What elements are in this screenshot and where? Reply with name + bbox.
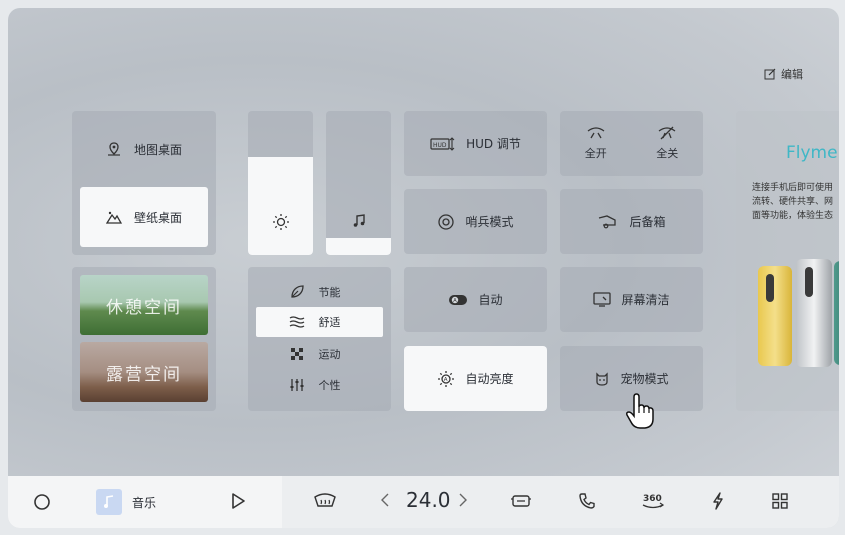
defrost-button[interactable]: [313, 492, 337, 510]
volume-fill: [326, 237, 391, 255]
map-desktop-button[interactable]: 地图桌面: [80, 119, 208, 179]
mode-sport-label: 运动: [318, 348, 341, 361]
flyme-desc-line: 连接手机后即可使用: [752, 183, 834, 193]
home-button[interactable]: [33, 493, 51, 511]
hand-cursor-icon: [626, 392, 654, 434]
mode-custom-label: 个性: [318, 379, 341, 392]
flyme-desc-line: 面等功能，体验生态: [752, 211, 834, 221]
energy-button[interactable]: [711, 492, 725, 510]
flyme-brand: Flyme: [786, 143, 838, 163]
screen-clean-tile[interactable]: 屏幕清洁: [560, 267, 703, 332]
seat-climate-button[interactable]: [510, 493, 532, 509]
auto-toggle-icon: A: [448, 293, 468, 307]
auto-brightness-icon: A: [437, 370, 455, 388]
auto-brightness-label: 自动亮度: [465, 372, 514, 386]
hud-adjust-label: HUD 调节: [466, 137, 521, 151]
play-button[interactable]: [230, 492, 246, 510]
temp-increase-button[interactable]: [458, 492, 468, 508]
mode-comfort-label: 舒适: [318, 316, 341, 329]
mode-comfort[interactable]: 舒适: [256, 307, 383, 337]
map-pin-icon: [106, 141, 122, 157]
brightness-fill: [248, 157, 313, 255]
sentry-mode-label: 哨兵模式: [465, 215, 514, 229]
phone-button[interactable]: [578, 492, 596, 510]
trunk-tile[interactable]: 后备箱: [560, 189, 703, 254]
wallpaper-desktop-button[interactable]: 壁纸桌面: [80, 187, 208, 247]
camp-space-card[interactable]: 露营空间: [80, 342, 208, 402]
drive-mode-panel: 节能 舒适 运动 个性: [248, 267, 391, 411]
svg-text:A: A: [444, 377, 448, 383]
auto-tile[interactable]: A 自动: [404, 267, 547, 332]
sentry-eye-icon: [437, 213, 455, 231]
bottom-dock: 音乐 24.0 360: [8, 476, 839, 528]
mountain-icon: [105, 209, 122, 225]
mirror-close-label: 全关: [656, 147, 679, 160]
flyme-description: 连接手机后即可使用 流转、硬件共享、网 面等功能，体验生态: [752, 181, 839, 223]
screen-clean-icon: [593, 291, 612, 308]
brightness-slider[interactable]: [248, 111, 313, 255]
mirror-close-icon: [657, 126, 677, 140]
checker-icon: [289, 346, 305, 362]
auto-brightness-tile[interactable]: A 自动亮度: [404, 346, 547, 411]
music-app-icon: [96, 489, 122, 515]
pet-mode-label: 宠物模式: [620, 372, 669, 386]
map-desktop-label: 地图桌面: [133, 142, 182, 157]
temperature-value: 24.0: [406, 488, 451, 512]
mode-eco[interactable]: 节能: [256, 277, 383, 307]
mode-sport[interactable]: 运动: [256, 339, 383, 369]
svg-text:HUD: HUD: [433, 142, 447, 149]
svg-text:A: A: [454, 297, 458, 303]
sliders-icon: [289, 377, 305, 393]
edit-label: 编辑: [781, 68, 803, 81]
hud-adjust-tile[interactable]: HUD HUD 调节: [404, 111, 547, 176]
rest-space-label: 休憩空间: [106, 297, 182, 318]
edit-icon: [764, 68, 776, 80]
rest-space-card[interactable]: 休憩空间: [80, 275, 208, 335]
waves-icon: [289, 314, 305, 330]
mode-eco-label: 节能: [318, 286, 341, 299]
volume-slider[interactable]: [326, 111, 391, 255]
flyme-desc-line: 流转、硬件共享、网: [752, 197, 834, 207]
svg-text:360: 360: [643, 494, 662, 504]
mirror-close-button[interactable]: 全关: [656, 126, 678, 161]
flyme-card[interactable]: Flyme 连接手机后即可使用 流转、硬件共享、网 面等功能，体验生态: [736, 111, 839, 411]
sentry-mode-tile[interactable]: 哨兵模式: [404, 189, 547, 254]
screen-clean-label: 屏幕清洁: [621, 293, 670, 307]
sun-icon: [272, 213, 290, 235]
edit-button[interactable]: 编辑: [764, 66, 803, 82]
wallpaper-desktop-label: 壁纸桌面: [133, 210, 182, 225]
mirror-open-label: 全开: [584, 147, 607, 160]
temp-decrease-button[interactable]: [380, 492, 390, 508]
auto-label: 自动: [478, 293, 503, 307]
mirror-open-button[interactable]: 全开: [585, 126, 607, 161]
trunk-label: 后备箱: [629, 215, 666, 229]
desktop-switcher: 地图桌面 壁纸桌面: [72, 111, 216, 255]
music-note-icon: [351, 213, 367, 233]
app-grid-button[interactable]: [772, 493, 788, 509]
view-360-button[interactable]: 360: [640, 490, 666, 512]
mirror-tile: 全开 全关: [560, 111, 703, 176]
trunk-icon: [597, 214, 619, 230]
pet-icon: [594, 371, 610, 387]
spaces-panel: 休憩空间 露营空间: [72, 267, 216, 411]
hud-icon: HUD: [430, 136, 456, 152]
music-label: 音乐: [132, 495, 157, 510]
music-widget[interactable]: 音乐: [96, 489, 156, 515]
mode-custom[interactable]: 个性: [256, 370, 383, 400]
car-screen: 编辑 地图桌面 壁纸桌面 休憩空间 露营空间 节能 舒适 运动 个性 HUD H…: [8, 8, 839, 528]
mirror-open-icon: [586, 126, 606, 140]
camp-space-label: 露营空间: [106, 364, 182, 385]
leaf-icon: [289, 284, 305, 300]
